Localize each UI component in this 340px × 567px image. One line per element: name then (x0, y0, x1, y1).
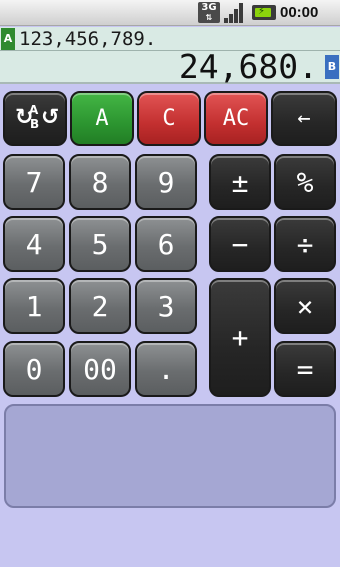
battery-charging-icon: ⚡ (252, 5, 276, 20)
clock: 00:00 (280, 4, 319, 21)
backspace-icon: ← (297, 106, 311, 131)
digit-5-button[interactable]: 5 (69, 216, 131, 272)
plus-minus-button[interactable]: ± (209, 154, 271, 210)
swap-ab-icon: ↻ A B ↺ (15, 102, 60, 131)
multiply-button[interactable]: × (274, 278, 336, 334)
register-a-button[interactable]: A (70, 91, 134, 146)
digit-7-button[interactable]: 7 (3, 154, 65, 210)
digit-2-button[interactable]: 2 (69, 278, 131, 334)
history-tape-panel[interactable] (4, 404, 336, 508)
digit-1-button[interactable]: 1 (3, 278, 65, 334)
digit-3-button[interactable]: 3 (135, 278, 197, 334)
register-b-value: 24,680. (178, 47, 318, 86)
data-arrows-icon: ⇅ (205, 13, 213, 22)
digit-9-button[interactable]: 9 (135, 154, 197, 210)
register-b-tag: B (325, 55, 339, 79)
decimal-point-button[interactable]: . (135, 341, 197, 397)
digit-6-button[interactable]: 6 (135, 216, 197, 272)
minus-button[interactable]: − (209, 216, 271, 272)
digit-4-button[interactable]: 4 (3, 216, 65, 272)
calculator-display: A 123,456,789. 24,680. B (0, 27, 340, 84)
network-label: 3G (201, 2, 217, 13)
register-a-tag: A (1, 28, 15, 50)
divide-button[interactable]: ÷ (274, 216, 336, 272)
signal-strength-icon (224, 3, 246, 23)
digit-0-button[interactable]: 0 (3, 341, 65, 397)
equals-button[interactable]: = (274, 341, 336, 397)
3g-data-icon: 3G ⇅ (198, 2, 220, 23)
plus-button[interactable]: + (209, 278, 271, 397)
clear-button[interactable]: C (137, 91, 201, 146)
status-bar: 3G ⇅ ⚡ 00:00 (0, 0, 340, 26)
all-clear-button[interactable]: AC (204, 91, 268, 146)
swap-ab-button[interactable]: ↻ A B ↺ (3, 91, 67, 146)
register-a-value: 123,456,789. (19, 28, 157, 50)
double-zero-button[interactable]: 00 (69, 341, 131, 397)
backspace-button[interactable]: ← (271, 91, 337, 146)
percent-button[interactable]: % (274, 154, 336, 210)
digit-8-button[interactable]: 8 (69, 154, 131, 210)
